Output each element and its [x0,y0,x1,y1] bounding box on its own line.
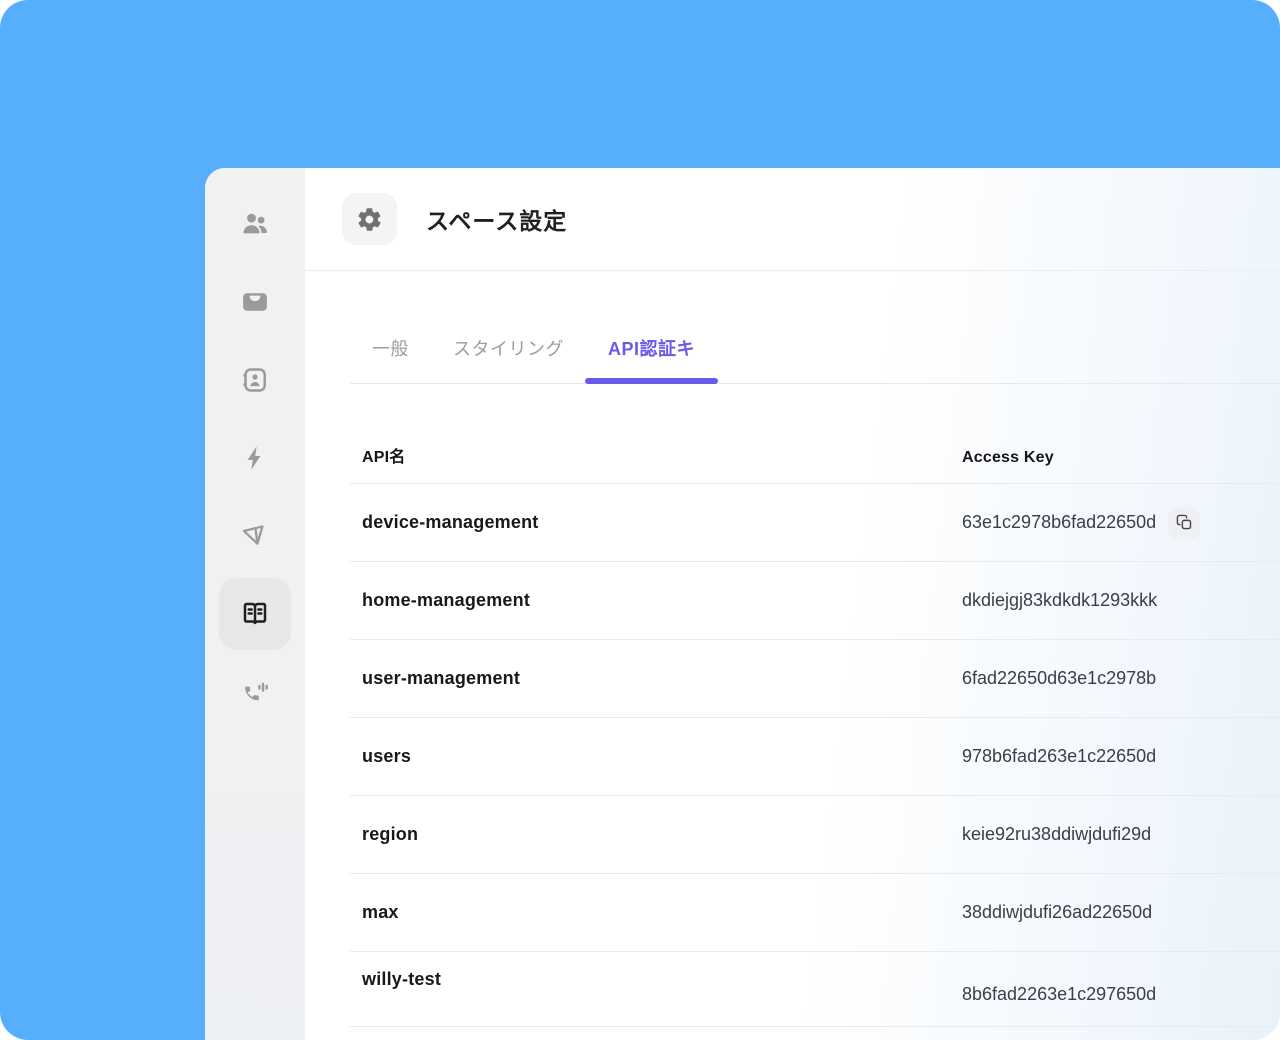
table-header-row: API名 Access Key [350,384,1280,484]
sidebar [205,168,305,1040]
table-row: willy-test 8b6fad2263e1c297650d [350,952,1280,1027]
send-icon [240,521,270,551]
access-key-value: dkdiejgj83kdkdk1293kkk [962,590,1158,610]
table-row: user-management 6fad22650d63e1c2978b [350,640,1280,718]
column-header-api-name: API名 [362,449,406,466]
api-name: home-management [362,590,531,610]
access-key-cell: 63e1c2978b6fad22650d [962,506,1280,539]
sidebar-item-automations[interactable] [219,422,291,494]
sidebar-item-send[interactable] [219,500,291,572]
api-name: user-management [362,668,521,688]
api-name: max [362,902,399,922]
access-key-value: 978b6fad263e1c22650d [962,746,1157,766]
inbox-icon [240,287,270,317]
table-row: region keie92ru38ddiwjdufi29d [350,796,1280,874]
column-header-access-key: Access Key [962,449,1054,466]
people-icon [240,209,270,239]
table-row: max 38ddiwjdufi26ad22650d [350,874,1280,952]
access-key-cell: 38ddiwjdufi26ad22650d [962,902,1280,923]
sidebar-item-voice-calls[interactable] [219,656,291,728]
book-icon [240,599,270,629]
page-title: スペース設定 [426,208,568,234]
access-key-cell: keie92ru38ddiwjdufi29d [962,824,1280,845]
tab-api-keys[interactable]: API認証キ [584,335,719,384]
access-key-value: 63e1c2978b6fad22650d [962,512,1157,532]
contact-card-icon [240,365,270,395]
settings-window: スペース設定 一般 スタイリング API認証キ API名 Access Key … [205,168,1280,1040]
table-row: users 978b6fad263e1c22650d [350,718,1280,796]
access-key-value: 8b6fad2263e1c297650d [962,983,1157,1004]
lightning-icon [241,444,269,472]
copy-key-button[interactable] [1168,506,1201,539]
sidebar-item-knowledge[interactable] [219,578,291,650]
access-key-value: 38ddiwjdufi26ad22650d [962,902,1153,922]
api-name: region [362,824,419,844]
copy-icon [1176,514,1193,531]
sidebar-item-people[interactable] [219,188,291,260]
tab-bar: 一般 スタイリング API認証キ [350,335,1280,384]
gear-icon [356,206,383,233]
tab-general[interactable]: 一般 [372,335,409,383]
api-name: device-management [362,512,539,532]
access-key-cell: dkdiejgj83kdkdk1293kkk [962,590,1280,611]
api-name: users [362,746,412,766]
access-key-cell: 6fad22650d63e1c2978b [962,668,1280,689]
table-row: home-management dkdiejgj83kdkdk1293kkk [350,562,1280,640]
app-background: スペース設定 一般 スタイリング API認証キ API名 Access Key … [0,0,1280,1040]
access-key-cell: 978b6fad263e1c22650d [962,746,1280,767]
sidebar-item-inbox[interactable] [219,266,291,338]
access-key-value: 6fad22650d63e1c2978b [962,668,1157,688]
settings-gear-button[interactable] [342,193,397,245]
settings-content: スペース設定 一般 スタイリング API認証キ API名 Access Key … [305,168,1280,1040]
sidebar-item-contacts[interactable] [219,344,291,416]
tab-styling[interactable]: スタイリング [453,335,564,383]
table-row: device-management 63e1c2978b6fad22650d [350,484,1280,562]
api-name: willy-test [362,968,442,989]
access-key-value: keie92ru38ddiwjdufi29d [962,824,1152,844]
access-key-cell: 8b6fad2263e1c297650d [962,984,1280,1005]
voice-call-icon [240,677,270,707]
api-keys-table: API名 Access Key device-management 63e1c2… [350,384,1280,1027]
settings-header: スペース設定 [305,168,1280,271]
